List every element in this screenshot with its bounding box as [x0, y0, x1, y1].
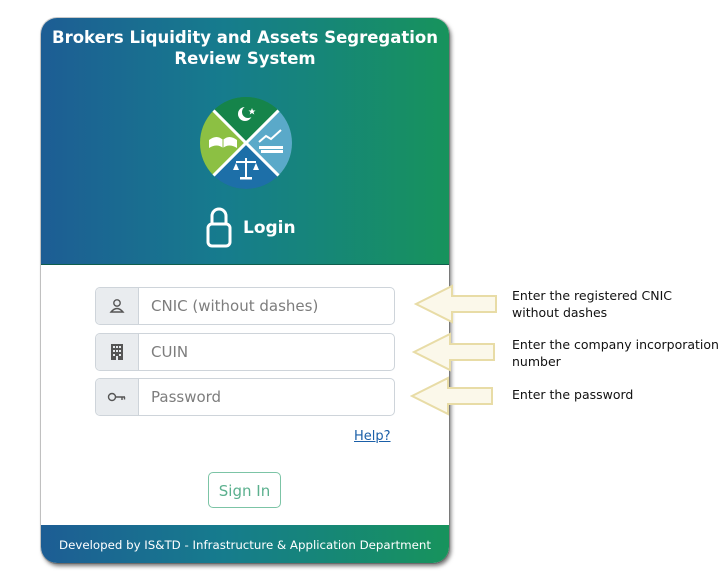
lock-icon: [206, 207, 232, 248]
cnic-annotation-line2: without dashes: [512, 305, 608, 320]
cnic-input[interactable]: [139, 288, 394, 324]
arrow-left-icon: [410, 376, 493, 416]
cuin-annotation-line2: number: [512, 354, 561, 369]
cnic-field: [95, 287, 395, 325]
app-title: Brokers Liquidity and Assets Segregation…: [41, 27, 449, 69]
key-icon: [96, 379, 139, 415]
cuin-input[interactable]: [139, 334, 394, 370]
cuin-annotation: Enter the company incorporation number: [512, 336, 719, 370]
footer-credit: Developed by IS&TD - Infrastructure & Ap…: [41, 525, 449, 563]
password-input[interactable]: [139, 379, 394, 415]
login-label: Login: [243, 218, 296, 238]
login-card: Brokers Liquidity and Assets Segregation…: [41, 18, 449, 563]
cuin-annotation-line1: Enter the company incorporation: [512, 337, 719, 352]
building-icon: [96, 334, 139, 370]
app-title-line2: Review System: [174, 49, 316, 68]
sign-in-button[interactable]: Sign In: [208, 472, 281, 508]
arrow-left-icon: [412, 332, 495, 372]
password-annotation: Enter the password: [512, 387, 634, 402]
help-link[interactable]: Help?: [354, 429, 391, 444]
organization-logo: [200, 97, 292, 189]
password-field: [95, 378, 395, 416]
cnic-annotation: Enter the registered CNIC without dashes: [512, 287, 672, 321]
app-title-line1: Brokers Liquidity and Assets Segregation: [52, 28, 438, 47]
user-icon: [96, 288, 139, 324]
arrow-left-icon: [414, 284, 497, 324]
card-header: Brokers Liquidity and Assets Segregation…: [41, 18, 449, 265]
cuin-field: [95, 333, 395, 371]
cnic-annotation-line1: Enter the registered CNIC: [512, 288, 673, 303]
